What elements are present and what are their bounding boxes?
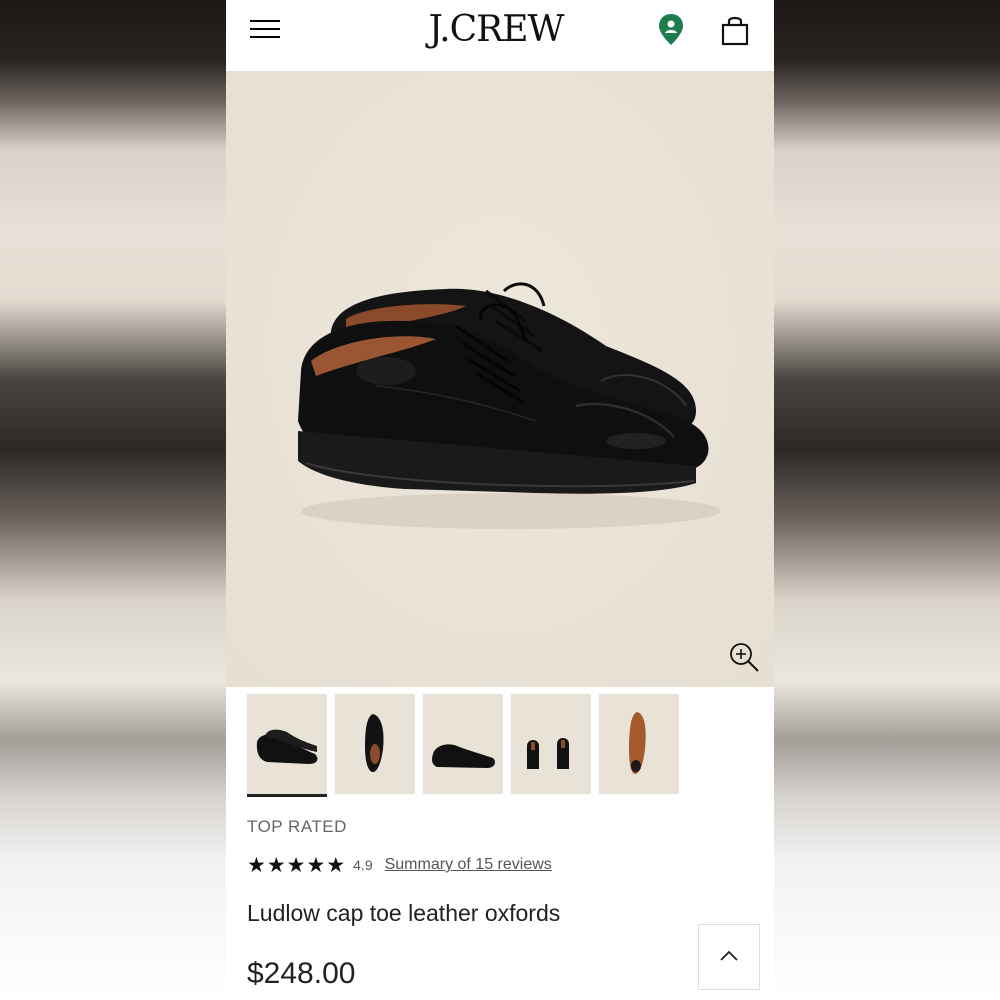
rating-row: ★ ★ ★ ★ ★ 4.9 Summary of 15 reviews bbox=[247, 853, 552, 877]
header: J.CREW bbox=[226, 0, 774, 71]
star-icon: ★ bbox=[286, 853, 306, 877]
rating-value: 4.9 bbox=[353, 857, 373, 873]
thumbnail-back[interactable] bbox=[511, 694, 591, 794]
product-price: $248.00 bbox=[247, 957, 356, 990]
product-main-image[interactable] bbox=[226, 71, 774, 687]
scroll-to-top-button[interactable] bbox=[698, 924, 760, 990]
product-page: J.CREW TOP RATED ★ ★ ★ ★ ★ 4.9 Summary o… bbox=[226, 0, 774, 1000]
thumbnail-side[interactable] bbox=[423, 694, 503, 794]
top-rated-badge: TOP RATED bbox=[247, 817, 347, 836]
shoe-image bbox=[298, 282, 721, 529]
star-icon: ★ bbox=[266, 853, 286, 877]
reviews-summary-link[interactable]: Summary of 15 reviews bbox=[385, 856, 552, 874]
star-icon: ★ bbox=[306, 853, 326, 877]
thumbnail-pair-angle[interactable] bbox=[247, 694, 327, 797]
product-title: Ludlow cap toe leather oxfords bbox=[247, 900, 561, 926]
chevron-up-icon bbox=[720, 950, 738, 961]
shopping-bag-icon[interactable] bbox=[720, 14, 750, 48]
star-icon: ★ bbox=[326, 853, 346, 877]
zoom-in-icon[interactable] bbox=[728, 641, 762, 675]
brand-logo[interactable]: J.CREW bbox=[396, 9, 596, 50]
thumbnail-sole[interactable] bbox=[599, 694, 679, 794]
thumbnail-top-down[interactable] bbox=[335, 694, 415, 794]
location-pin-icon[interactable] bbox=[656, 12, 686, 48]
menu-icon[interactable] bbox=[250, 18, 282, 40]
star-rating: ★ ★ ★ ★ ★ bbox=[247, 853, 346, 877]
star-icon: ★ bbox=[247, 853, 266, 877]
